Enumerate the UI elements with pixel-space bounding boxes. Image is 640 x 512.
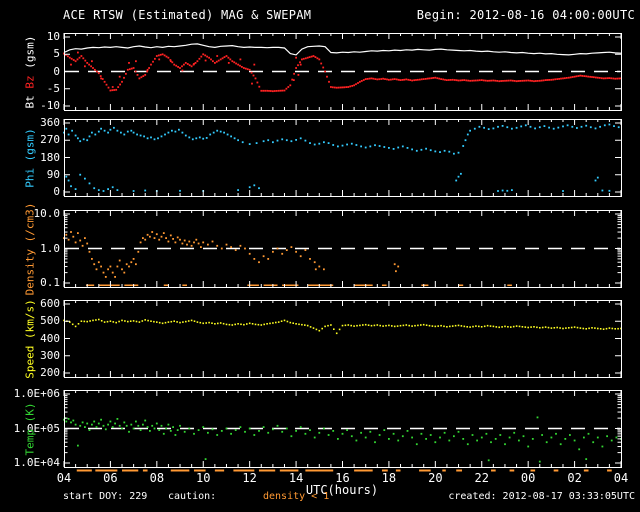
x-tick-label: 22 [474, 471, 489, 485]
panel-ylabel-density: Density (/cm3) [24, 202, 37, 295]
begin-timestamp: Begin: 2012-08-16 04:00:00UTC [416, 8, 635, 22]
plot-title: ACE RTSW (Estimated) MAG & SWEPAM [63, 8, 312, 22]
footer-start-doy: start DOY: 229 [63, 491, 148, 502]
x-tick-label: 04 [613, 471, 629, 485]
panel-phi-box [64, 119, 622, 197]
plot-canvas [63, 33, 622, 472]
footer-caution-value: density < 1 [263, 491, 330, 502]
density-floor-dash [307, 284, 334, 286]
panel-ylabel-part: (gsm) [23, 35, 37, 75]
caution-strip-dash [509, 469, 515, 472]
x-tick-label: 00 [520, 471, 536, 485]
footer-caution-label: caution: [168, 491, 217, 502]
panel-ylabel-part: Bt [23, 88, 37, 108]
x-tick-label: 04 [56, 471, 72, 485]
caution-strip-dash [76, 469, 92, 472]
footer-created-timestamp: created: 2012-08-17 03:33:05UTC [448, 491, 635, 502]
x-tick-label: 06 [103, 471, 118, 485]
y-tick-label: 1.0E+04 [13, 456, 60, 469]
density-floor-dash [458, 284, 464, 286]
y-tick-label: 360 [40, 116, 60, 129]
series-phi [63, 123, 620, 192]
x-tick-label: 08 [149, 471, 165, 485]
series-bt [63, 43, 622, 56]
density-floor-dash [124, 284, 139, 286]
series-speed [63, 318, 622, 335]
panel-ylabel-bt-bz: Bt Bz (gsm) [24, 35, 37, 108]
panel-ylabel-part: Temp (K) [23, 402, 37, 455]
x-tick-label: 02 [567, 471, 582, 485]
panel-ylabel-phi: Phi (gsm) [24, 128, 37, 188]
caution-strip-dash [122, 469, 139, 472]
ace-rtsw-plot: 10 5 0 -5 -10 Bt Bz (gsm) 360 270 180 90 0 Phi (gsm… [0, 0, 640, 512]
x-tick-label: 20 [428, 471, 443, 485]
density-floor-dash [421, 284, 429, 286]
caution-strip-dash [553, 469, 559, 472]
panel-ylabel-part: Phi (gsm) [23, 127, 37, 188]
caution-strip-dash [354, 469, 373, 472]
panel-ylabel-part: Bz [23, 74, 37, 89]
density-floor-dash [507, 284, 512, 286]
y-tick-label: 1.0E+06 [13, 387, 60, 400]
density-floor-dash [182, 284, 188, 286]
panel-speed-box [64, 300, 622, 378]
density-floor-dash [98, 284, 120, 286]
density-floor-dash [247, 284, 259, 286]
density-floor-dash [381, 284, 387, 286]
caution-strip-dash [170, 469, 190, 472]
panel-ylabel-part: Speed (km/s) [23, 298, 37, 379]
series-temp [63, 416, 622, 463]
series-density [63, 231, 400, 278]
x-tick-label: 10 [196, 471, 211, 485]
density-floor-dash [263, 284, 278, 286]
density-floor-dash [354, 284, 373, 286]
caution-strip-dash [456, 469, 463, 472]
density-floor-dash [163, 284, 169, 286]
panel-ylabel-part: Density (/cm3) [23, 202, 37, 295]
x-tick-label: 18 [381, 471, 397, 485]
x-tick-label: 12 [242, 471, 257, 485]
panel-ylabel-speed: Speed (km/s) [24, 299, 37, 378]
panel-ylabel-temp: Temp (K) [24, 402, 37, 455]
